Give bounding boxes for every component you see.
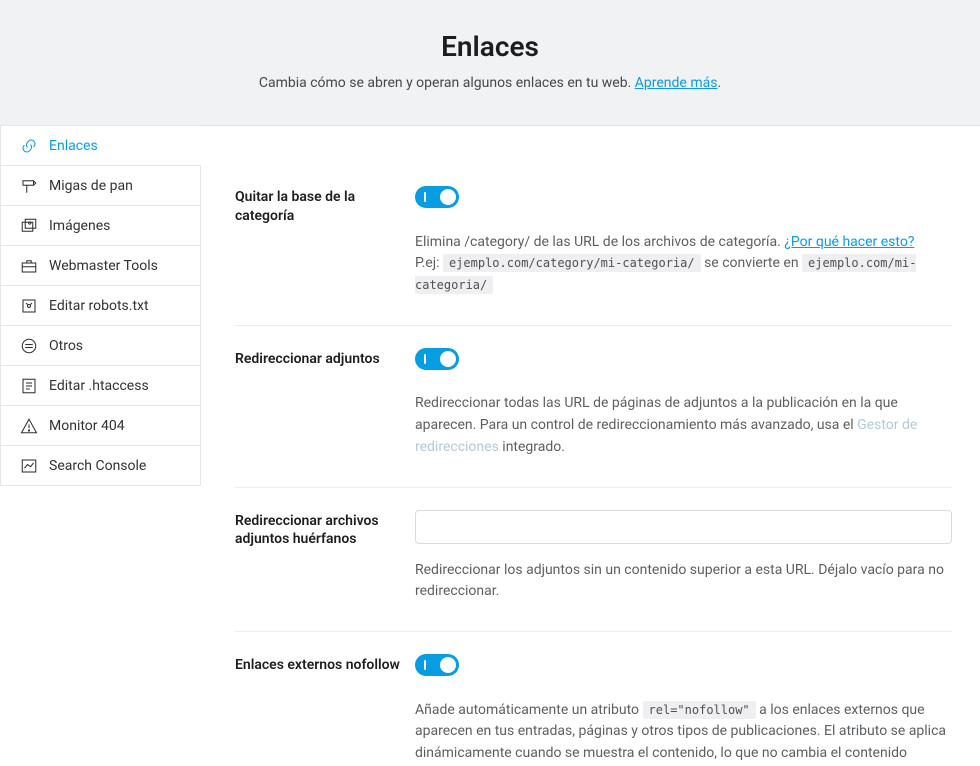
sidebar-item-otros[interactable]: Otros (0, 326, 201, 366)
example-code-before: ejemplo.com/category/mi-categoria/ (443, 254, 701, 272)
link-icon (19, 136, 39, 156)
setting-description: Redireccionar los adjuntos sin un conten… (415, 560, 952, 603)
sidebar-item-robots[interactable]: Editar robots.txt (0, 286, 201, 326)
settings-page: Enlaces Cambia cómo se abren y operan al… (0, 0, 980, 766)
settings-main: Quitar la base de la categoría Elimina /… (201, 125, 980, 766)
other-icon (19, 336, 39, 356)
sidebar-item-label: Search Console (49, 458, 146, 474)
setting-label: Redireccionar adjuntos (235, 348, 415, 459)
sidebar-item-imagenes[interactable]: Imágenes (0, 206, 201, 246)
page-header: Enlaces Cambia cómo se abren y operan al… (0, 0, 980, 126)
toolbox-icon (19, 256, 39, 276)
sidebar-item-htaccess[interactable]: Editar .htaccess (0, 366, 201, 406)
setting-label: Redireccionar archivos adjuntos huérfano… (235, 510, 415, 603)
page-subtitle: Cambia cómo se abren y operan algunos en… (0, 75, 980, 91)
chart-icon (19, 456, 39, 476)
sidebar-item-migas[interactable]: Migas de pan (0, 166, 201, 206)
sidebar-item-enlaces[interactable]: Enlaces (0, 126, 201, 166)
sidebar-item-label: Editar robots.txt (49, 298, 149, 314)
setting-label: Enlaces externos nofollow (235, 654, 415, 766)
sidebar-item-label: Imágenes (49, 218, 110, 234)
setting-strip-category: Quitar la base de la categoría Elimina /… (235, 156, 952, 326)
setting-redirect-attachments: Redireccionar adjuntos Redireccionar tod… (235, 326, 952, 488)
setting-description: Añade automáticamente un atributo rel="n… (415, 700, 952, 766)
robots-icon (19, 296, 39, 316)
sidebar-item-label: Monitor 404 (49, 418, 125, 434)
toggle-external-nofollow[interactable] (415, 654, 459, 676)
sidebar-item-label: Migas de pan (49, 178, 133, 194)
subtitle-text: Cambia cómo se abren y operan algunos en… (259, 75, 635, 91)
warning-icon (19, 416, 39, 436)
setting-external-nofollow: Enlaces externos nofollow Añade automáti… (235, 632, 952, 766)
toggle-redirect-attachments[interactable] (415, 348, 459, 370)
toggle-strip-category[interactable] (415, 186, 459, 208)
sign-icon (19, 176, 39, 196)
sidebar-item-label: Editar .htaccess (49, 378, 149, 394)
htaccess-icon (19, 376, 39, 396)
learn-more-link[interactable]: Aprende más (635, 75, 718, 91)
orphan-redirect-url-input[interactable] (415, 510, 952, 544)
settings-sidebar: Enlaces Migas de pan Imágenes Webmaster … (0, 126, 201, 766)
setting-description: Elimina /category/ de las URL de los arc… (415, 232, 952, 297)
sidebar-item-404[interactable]: Monitor 404 (0, 406, 201, 446)
sidebar-item-searchconsole[interactable]: Search Console (0, 446, 201, 486)
why-link[interactable]: ¿Por qué hacer esto? (784, 234, 914, 250)
setting-label: Quitar la base de la categoría (235, 186, 415, 297)
sidebar-item-label: Webmaster Tools (49, 258, 158, 274)
nofollow-code: rel="nofollow" (643, 701, 756, 719)
images-icon (19, 216, 39, 236)
page-title: Enlaces (0, 30, 980, 63)
setting-orphan-attachments: Redireccionar archivos adjuntos huérfano… (235, 488, 952, 632)
sidebar-item-label: Enlaces (49, 138, 98, 154)
sidebar-item-webmaster[interactable]: Webmaster Tools (0, 246, 201, 286)
setting-description: Redireccionar todas las URL de páginas d… (415, 393, 952, 458)
sidebar-item-label: Otros (49, 338, 83, 354)
